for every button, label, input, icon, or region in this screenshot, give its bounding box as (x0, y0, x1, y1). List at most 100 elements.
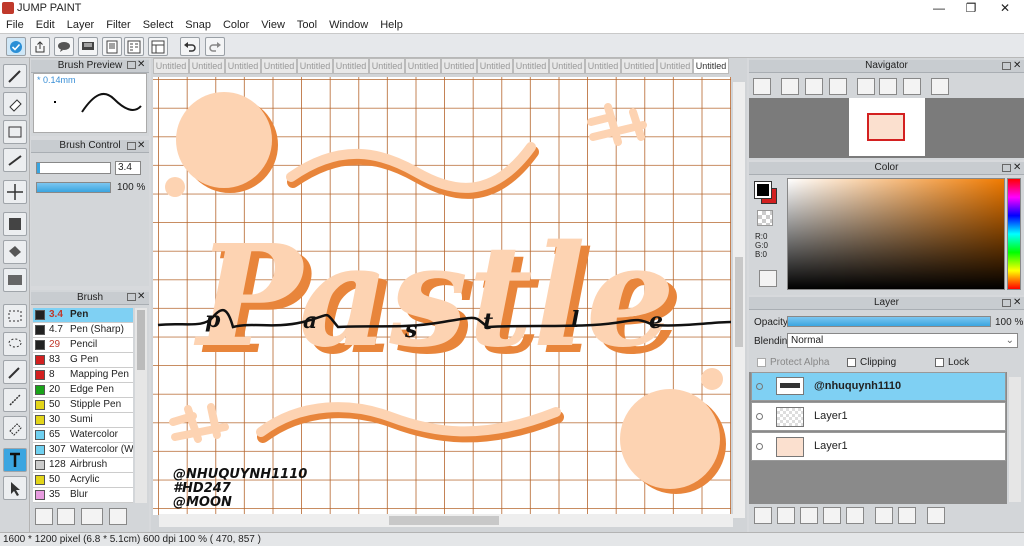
navigator-view[interactable] (749, 98, 1024, 158)
rotate-reset-icon[interactable] (879, 78, 897, 95)
brush-item[interactable]: 4.7 Pen (Sharp) (33, 323, 133, 338)
canvas-vertical-scrollbar[interactable] (733, 82, 745, 518)
document-tab[interactable]: Untitled (513, 58, 549, 74)
menu-select[interactable]: Select (137, 17, 180, 33)
layer-opacity-slider[interactable] (787, 316, 991, 327)
layer-list-scrollbar[interactable] (1009, 377, 1021, 502)
close-button[interactable]: ✕ (988, 0, 1022, 17)
palette-icon[interactable] (759, 270, 777, 287)
visibility-icon[interactable] (756, 413, 763, 420)
brush-item[interactable]: 3.4 Pen (33, 308, 133, 323)
document-tab[interactable]: Untitled (657, 58, 693, 74)
layer-row[interactable]: Layer1 (751, 432, 1006, 461)
maximize-button[interactable]: ❐ (954, 0, 988, 17)
rectangle-select-icon[interactable] (3, 120, 27, 144)
magic-wand-icon[interactable] (3, 360, 27, 384)
new-folder-icon[interactable] (846, 507, 864, 524)
close-icon[interactable]: ✕ (137, 59, 145, 70)
clipping-checkbox[interactable]: Clipping (847, 357, 896, 368)
text-tool-icon[interactable] (3, 448, 27, 472)
close-icon[interactable]: ✕ (1013, 162, 1021, 173)
rotate-left-icon[interactable] (857, 78, 875, 95)
brush-item[interactable]: 20 Edge Pen (33, 383, 133, 398)
transparent-swatch[interactable] (757, 210, 773, 226)
rotate-right-icon[interactable] (903, 78, 921, 95)
layout-icon[interactable] (148, 37, 168, 56)
eraser-tool-icon[interactable] (3, 92, 27, 116)
document-tab[interactable]: Untitled (333, 58, 369, 74)
flip-icon[interactable] (931, 78, 949, 95)
float-icon[interactable] (1002, 62, 1011, 70)
list-icon[interactable] (124, 37, 144, 56)
document-tab[interactable]: Untitled (585, 58, 621, 74)
undo-icon[interactable] (180, 37, 200, 56)
document-tab[interactable]: Untitled (477, 58, 513, 74)
operation-tool-icon[interactable] (3, 476, 27, 500)
new-layer-icon[interactable] (754, 507, 772, 524)
foreground-color-swatch[interactable] (754, 181, 772, 199)
menu-help[interactable]: Help (374, 17, 409, 33)
document-tab[interactable]: Untitled (441, 58, 477, 74)
brush-copy-button[interactable] (109, 508, 127, 525)
document-tab[interactable]: Untitled (189, 58, 225, 74)
bucket-icon[interactable] (3, 240, 27, 264)
pen-tool-icon[interactable] (3, 64, 27, 88)
menu-file[interactable]: File (0, 17, 30, 33)
trash-icon[interactable] (927, 507, 945, 524)
new-layer-1bit-icon[interactable] (800, 507, 818, 524)
redo-icon[interactable] (205, 37, 225, 56)
float-icon[interactable] (1002, 164, 1011, 172)
menu-view[interactable]: View (255, 17, 291, 33)
menu-snap[interactable]: Snap (179, 17, 217, 33)
marquee-icon[interactable] (3, 304, 27, 328)
float-icon[interactable] (127, 61, 136, 69)
brush-item[interactable]: 30 Sumi (33, 413, 133, 428)
zoom-icon[interactable] (753, 78, 771, 95)
brush-item[interactable]: 50 Acrylic (33, 473, 133, 488)
brush-item[interactable]: 35 Blur (33, 488, 133, 503)
float-icon[interactable] (127, 293, 136, 301)
blending-select[interactable]: Normal ⌄ (787, 333, 1018, 348)
close-icon[interactable]: ✕ (1013, 297, 1021, 308)
document-tab[interactable]: Untitled (549, 58, 585, 74)
document-tab[interactable]: Untitled (225, 58, 261, 74)
layer-row[interactable]: Layer1 (751, 402, 1006, 431)
menu-filter[interactable]: Filter (100, 17, 136, 33)
brush-item[interactable]: 29 Pencil (33, 338, 133, 353)
close-icon[interactable]: ✕ (1013, 60, 1021, 71)
checkmark-icon[interactable] (6, 37, 26, 56)
brush-item[interactable]: 8 Mapping Pen (33, 368, 133, 383)
hue-slider[interactable] (1007, 178, 1021, 290)
saturation-value-picker[interactable] (787, 178, 1005, 290)
menu-layer[interactable]: Layer (61, 17, 101, 33)
layer-row[interactable]: @nhuquynh1110 (751, 372, 1006, 401)
brush-list-scrollbar[interactable] (135, 308, 147, 503)
document-tab[interactable]: Untitled (261, 58, 297, 74)
document-tab[interactable]: Untitled (621, 58, 657, 74)
brush-item[interactable]: 128 Airbrush (33, 458, 133, 473)
document-tab[interactable]: Untitled (153, 58, 189, 74)
comment-icon[interactable] (54, 37, 74, 56)
brush-opacity-slider[interactable] (36, 182, 111, 193)
document-icon[interactable] (102, 37, 122, 56)
visibility-icon[interactable] (756, 383, 763, 390)
float-icon[interactable] (127, 142, 136, 150)
lock-checkbox[interactable]: Lock (935, 357, 969, 368)
document-tab[interactable]: Untitled (405, 58, 441, 74)
document-tab[interactable]: Untitled (693, 58, 729, 74)
brush-settings-button[interactable] (35, 508, 53, 525)
document-tab[interactable]: Untitled (297, 58, 333, 74)
line-tool-icon[interactable] (3, 148, 27, 172)
menu-color[interactable]: Color (217, 17, 255, 33)
minimize-button[interactable]: — (922, 0, 956, 17)
brush-item[interactable]: 307 Watercolor (We (33, 443, 133, 458)
document-tab[interactable]: Untitled (369, 58, 405, 74)
new-halftone-layer-icon[interactable] (823, 507, 841, 524)
move-tool-icon[interactable] (3, 180, 27, 204)
canvas-horizontal-scrollbar[interactable] (159, 514, 733, 527)
new-layer-8bit-icon[interactable] (777, 507, 795, 524)
drawing-canvas[interactable]: Pastle Pastle p a s t l e @NHUQUYNH1110 … (153, 77, 731, 515)
brush-item[interactable]: 65 Watercolor (33, 428, 133, 443)
brush-menu-button[interactable] (81, 508, 103, 525)
protect-alpha-checkbox[interactable]: Protect Alpha (757, 357, 829, 368)
